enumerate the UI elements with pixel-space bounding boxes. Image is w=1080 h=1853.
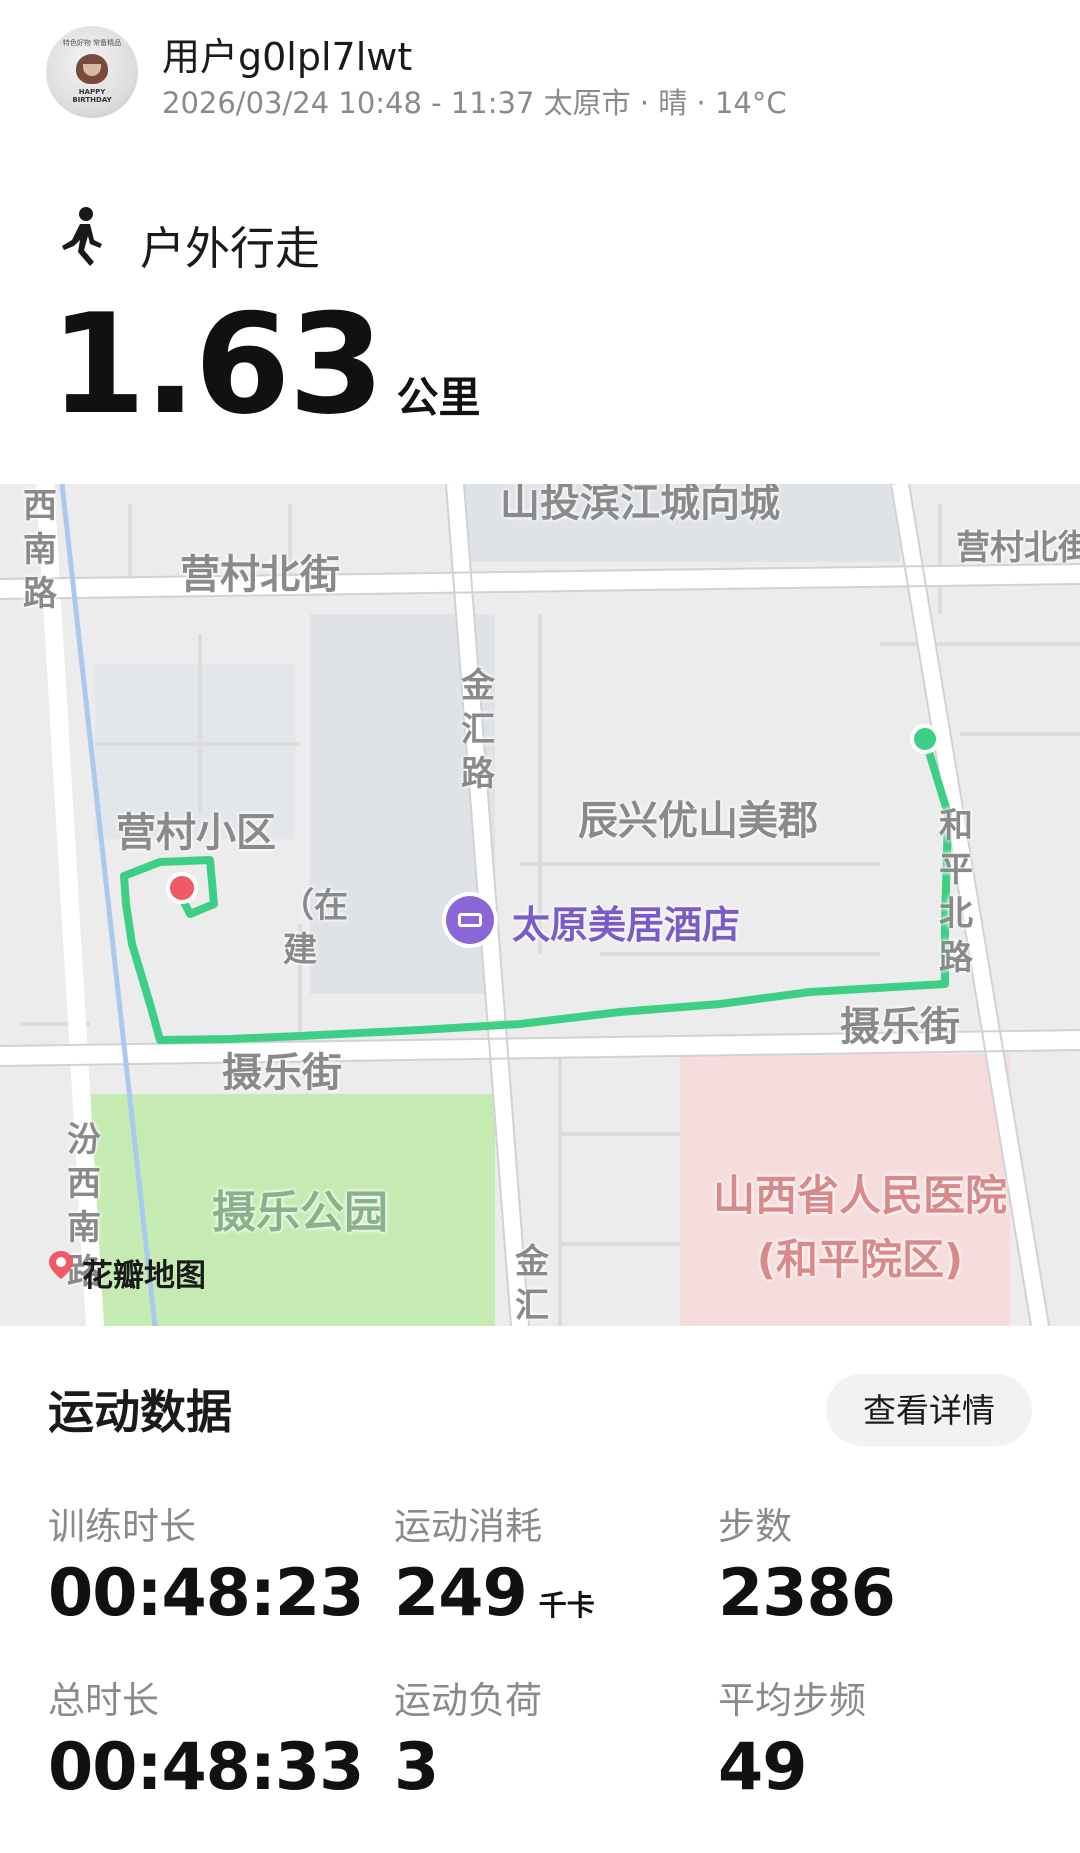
avatar-face-image (76, 54, 108, 84)
map-label-under-construction: （在建 (280, 886, 348, 970)
route-map[interactable]: 山投滨江城向城 营村北街 营村北街 西南路 金汇路 金汇 辰兴优山美郡 和平北路… (0, 484, 1080, 1326)
avatar-bottom-text: HAPPY BIRTHDAY (72, 88, 112, 104)
map-label-chenxing: 辰兴优山美郡 (578, 798, 818, 844)
stat-calories: 运动消耗 249 千卡 (394, 1496, 595, 1631)
activity-header: 特色好物 常备精品 HAPPY BIRTHDAY 用户g0lpl7lwt 202… (0, 0, 1080, 170)
map-label-hospital: 山西省人民医院 (和平院区) (690, 1164, 1030, 1292)
avatar[interactable]: 特色好物 常备精品 HAPPY BIRTHDAY (46, 26, 138, 118)
map-label-yingcun-community: 营村小区 (116, 810, 276, 856)
stat-load: 运动负荷 3 (394, 1670, 542, 1805)
username: 用户g0lpl7lwt (162, 35, 413, 79)
map-label-yingcun-north-st-west: 营村北街 (180, 552, 340, 598)
distance-value: 1.63 (50, 284, 384, 445)
stat-value: 2386 (718, 1556, 896, 1631)
map-label-hospital-line2: (和平院区) (756, 1235, 964, 1284)
map-pin-icon (49, 1251, 73, 1279)
map-label-shele-st-west: 摄乐街 (222, 1050, 342, 1096)
map-label-yingcun-north-st-east: 营村北街 (956, 528, 1080, 568)
stat-value: 49 (718, 1730, 807, 1805)
activity-title: 户外行走 (140, 222, 321, 275)
stat-training-time: 训练时长 00:48:23 (48, 1496, 364, 1631)
map-label-north-complex: 山投滨江城向城 (500, 484, 780, 526)
hotel-icon[interactable] (446, 896, 494, 944)
map-label-heping-north-rd: 和平北路 (939, 806, 973, 978)
map-label-xinan-rd: 西南路 (23, 486, 57, 614)
sport-data-panel: 运动数据 查看详情 训练时长 00:48:23 运动消耗 249 千卡 步数 23… (0, 1326, 1080, 1853)
map-label-jinhui-rd: 金汇路 (461, 666, 495, 794)
route-start-marker (910, 724, 940, 754)
stat-steps: 步数 2386 (718, 1496, 896, 1631)
stat-value: 00:48:33 (48, 1730, 364, 1805)
walking-person-icon (62, 207, 102, 266)
section-title: 运动数据 (48, 1385, 232, 1439)
stat-unit: 千卡 (538, 1589, 595, 1622)
stat-label: 运动消耗 (394, 1505, 542, 1548)
map-label-shele-park: 摄乐公园 (212, 1187, 388, 1238)
route-end-marker (166, 872, 198, 904)
distance-readout: 1.63 公里 (50, 296, 481, 434)
stat-cadence: 平均步频 49 (718, 1670, 866, 1805)
view-details-button[interactable]: 查看详情 (826, 1374, 1032, 1446)
map-brand-text: 花瓣地图 (82, 1258, 206, 1294)
stat-label: 总时长 (48, 1679, 159, 1722)
map-label-shele-st-east: 摄乐街 (840, 1004, 960, 1050)
stat-label: 步数 (718, 1505, 792, 1548)
avatar-top-text: 特色好物 常备精品 (62, 39, 122, 47)
stat-label: 运动负荷 (394, 1679, 542, 1722)
stat-value: 249 (394, 1556, 528, 1631)
stat-label: 训练时长 (48, 1505, 196, 1548)
map-label-hospital-line1: 山西省人民医院 (712, 1171, 1007, 1220)
stat-value: 3 (394, 1730, 439, 1805)
stat-label: 平均步频 (718, 1679, 866, 1722)
distance-unit: 公里 (396, 373, 481, 422)
stat-value: 00:48:23 (48, 1556, 364, 1631)
stat-value-row: 249 千卡 (394, 1556, 595, 1631)
map-label-hotel[interactable]: 太原美居酒店 (512, 894, 740, 949)
activity-meta: 2026/03/24 10:48 - 11:37 太原市 · 晴 · 14°C (162, 86, 787, 120)
map-label-jinhui-rd-south: 金汇 (515, 1242, 549, 1326)
stat-total-time: 总时长 00:48:33 (48, 1670, 364, 1805)
